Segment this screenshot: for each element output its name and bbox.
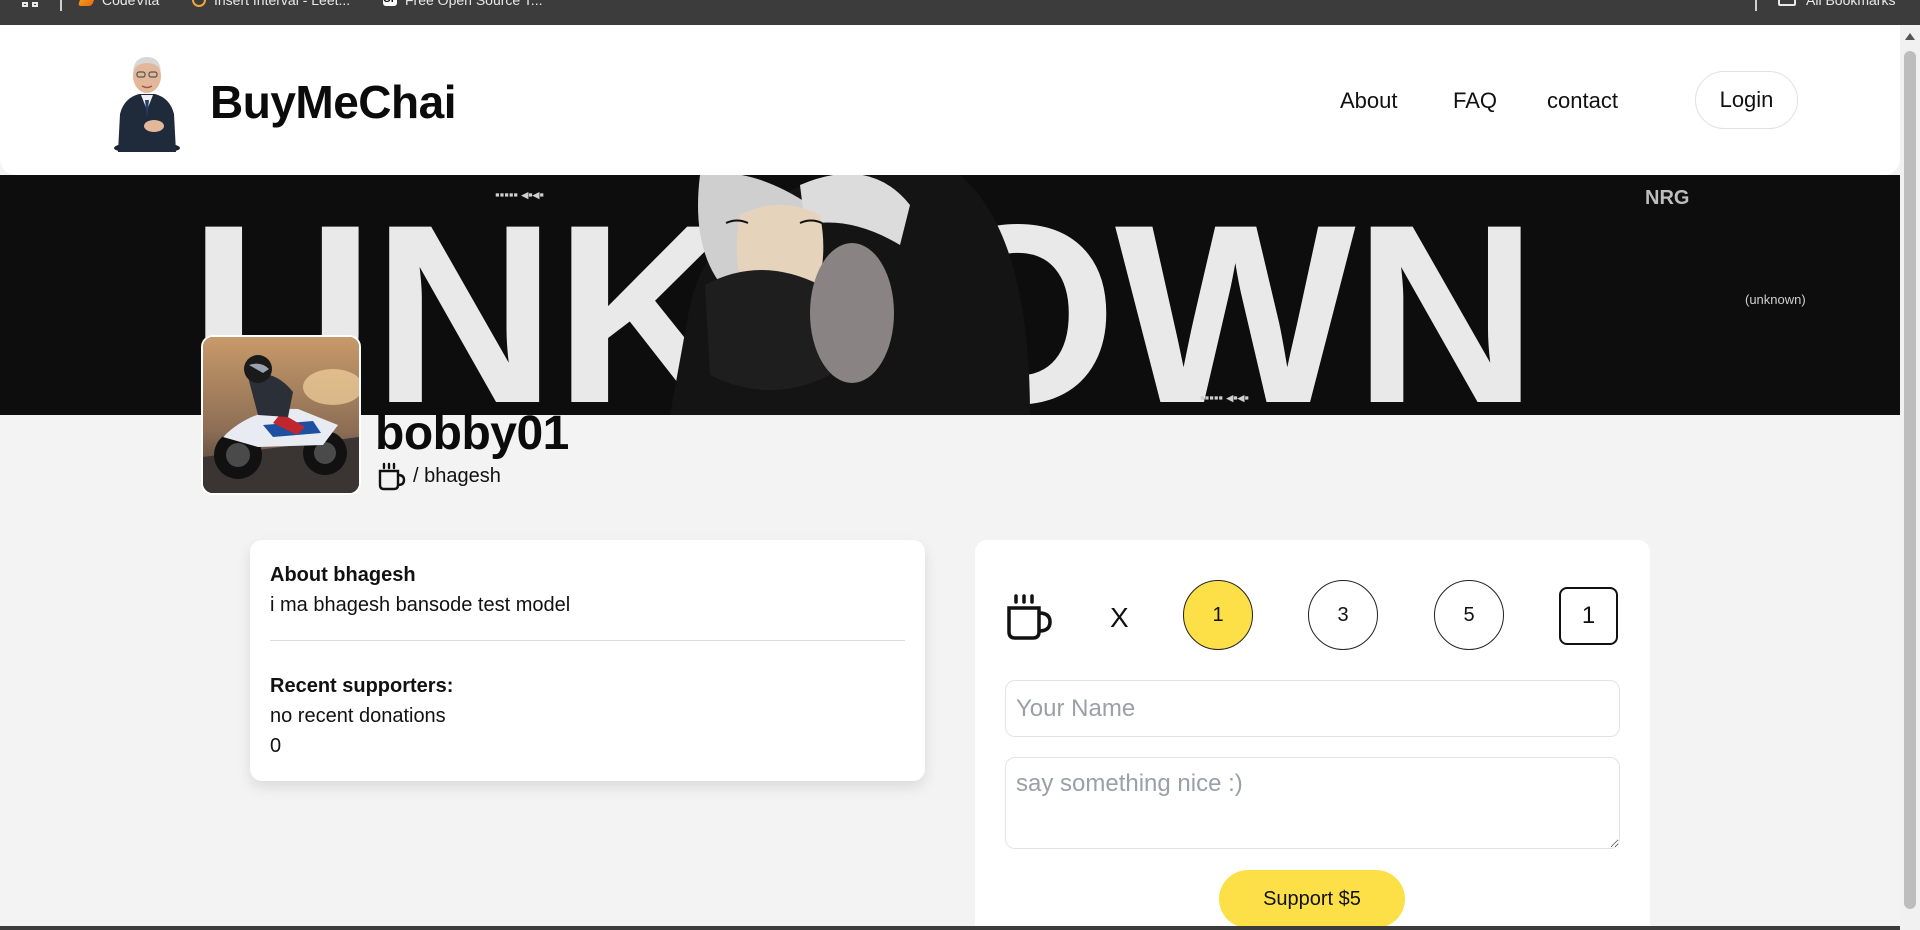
bookmark-label: CodeVita bbox=[102, 0, 160, 8]
window-bottom-edge bbox=[0, 926, 1900, 930]
bookmark-leetcode[interactable]: Insert Interval - Leet... bbox=[192, 0, 350, 8]
gfg-icon: GF bbox=[383, 0, 397, 6]
bookmark-label: Free Open Source T... bbox=[405, 0, 543, 8]
profile-username: bobby01 bbox=[375, 407, 569, 460]
site-header: BuyMeChai About FAQ contact Login bbox=[0, 25, 1900, 175]
brand-title[interactable]: BuyMeChai bbox=[210, 75, 456, 129]
name-input[interactable] bbox=[1005, 680, 1620, 737]
support-card: X 1 3 5 Support $5 bbox=[975, 540, 1650, 930]
support-button[interactable]: Support $5 bbox=[1219, 870, 1405, 928]
scroll-thumb[interactable] bbox=[1904, 51, 1916, 909]
about-card: About bhagesh i ma bhagesh bansode test … bbox=[250, 540, 925, 781]
cover-caption: ▪▪▪▪▪ ◂▪◂▪ bbox=[495, 187, 544, 202]
multiplier-symbol: X bbox=[1110, 602, 1129, 633]
bookmark-label: Insert Interval - Leet... bbox=[214, 0, 351, 8]
about-heading: About bhagesh bbox=[270, 564, 416, 586]
motorcycle-rider-icon bbox=[203, 337, 359, 493]
bookmarks-separator bbox=[60, 0, 62, 11]
nav-contact[interactable]: contact bbox=[1547, 88, 1618, 114]
codevita-icon bbox=[77, 0, 97, 6]
page: CodeVita Insert Interval - Leet... GF Fr… bbox=[0, 0, 1920, 930]
scrollbar[interactable] bbox=[1900, 25, 1920, 930]
profile-handle: / bhagesh bbox=[376, 461, 501, 491]
amount-option-1[interactable]: 1 bbox=[1183, 580, 1253, 650]
tea-cup-icon bbox=[378, 462, 406, 491]
tea-cup-icon bbox=[1007, 594, 1052, 640]
cover-caption: ▪▪▪▪▪ ◂▪◂▪ bbox=[1200, 390, 1249, 405]
login-button[interactable]: Login bbox=[1695, 71, 1798, 129]
avatar[interactable] bbox=[201, 335, 361, 495]
amount-option-5[interactable]: 5 bbox=[1434, 580, 1504, 650]
nav-faq[interactable]: FAQ bbox=[1453, 88, 1497, 114]
divider bbox=[270, 640, 905, 641]
folder-icon bbox=[1778, 0, 1796, 6]
profile-handle-text: / bhagesh bbox=[413, 464, 501, 487]
all-bookmarks-label: All Bookmarks bbox=[1806, 0, 1896, 8]
cover-subtext: (unknown) bbox=[1745, 292, 1806, 307]
nav-about[interactable]: About bbox=[1340, 88, 1398, 114]
hooded-figure-icon bbox=[670, 175, 1030, 415]
bookmarks-separator bbox=[1755, 0, 1757, 11]
bookmark-codevita[interactable]: CodeVita bbox=[77, 0, 160, 8]
message-input[interactable] bbox=[1005, 757, 1620, 849]
bookmarks-bar: CodeVita Insert Interval - Leet... GF Fr… bbox=[0, 0, 1920, 25]
quantity-input[interactable] bbox=[1559, 587, 1618, 645]
supporters-heading: Recent supporters: bbox=[270, 675, 454, 697]
logo-portrait-icon[interactable] bbox=[112, 48, 182, 152]
apps-grid-icon[interactable] bbox=[22, 0, 40, 10]
all-bookmarks[interactable]: All Bookmarks bbox=[1806, 0, 1895, 8]
supporters-text: no recent donations bbox=[270, 705, 446, 727]
amount-option-3[interactable]: 3 bbox=[1308, 580, 1378, 650]
cover-tag: NRG bbox=[1645, 187, 1690, 209]
scroll-up-arrow-icon[interactable] bbox=[1905, 33, 1915, 40]
bookmark-free-open-source[interactable]: GF Free Open Source T... bbox=[383, 0, 542, 8]
leetcode-icon bbox=[192, 0, 206, 7]
about-bio: i ma bhagesh bansode test model bbox=[270, 594, 571, 616]
supporters-count: 0 bbox=[270, 735, 282, 757]
